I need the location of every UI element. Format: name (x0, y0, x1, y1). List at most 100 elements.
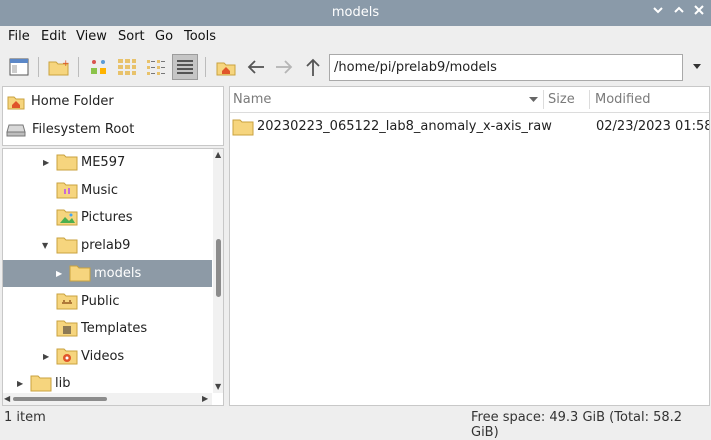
scrollbar-thumb[interactable] (13, 397, 107, 401)
music-folder-icon (56, 182, 78, 199)
tree-item-label: Public (81, 294, 120, 309)
menu-file[interactable]: File (8, 29, 30, 44)
forward-button[interactable] (271, 54, 297, 80)
tree-item-pictures[interactable]: Pictures (3, 204, 212, 231)
menu-go[interactable]: Go (155, 29, 173, 44)
sort-descending-icon (529, 97, 538, 102)
templates-folder-icon (56, 320, 78, 337)
tree-item-label: models (94, 266, 142, 281)
home-button[interactable] (213, 54, 239, 80)
expand-arrow-icon[interactable]: ▶ (43, 158, 51, 167)
column-modified[interactable]: Modified (595, 92, 650, 107)
column-header: Name Size Modified (230, 87, 709, 113)
tree-item-me597[interactable]: ▶ ME597 (3, 149, 212, 176)
location-bar[interactable] (329, 54, 683, 81)
menu-bar: File Edit View Sort Go Tools (0, 26, 711, 48)
place-filesystem-root[interactable]: Filesystem Root (3, 116, 223, 143)
column-divider[interactable] (543, 90, 544, 109)
tree-item-videos[interactable]: ▶ Videos (3, 343, 212, 370)
tree-item-templates[interactable]: Templates (3, 315, 212, 342)
drive-icon (6, 124, 26, 136)
tree-item-label: Videos (81, 349, 125, 364)
path-input[interactable] (334, 60, 674, 75)
place-label: Filesystem Root (32, 122, 135, 137)
pictures-folder-icon (56, 209, 78, 226)
free-space: Free space: 49.3 GiB (Total: 58.2 GiB) (471, 410, 683, 440)
directory-tree: ▶ ME597 Music Pictures ▼ prelab9 ▶ model… (2, 148, 224, 406)
tree-vertical-scrollbar[interactable]: ▲ ▼ (213, 149, 223, 393)
menu-edit[interactable]: Edit (41, 29, 66, 44)
expand-arrow-icon[interactable]: ▶ (43, 352, 51, 361)
toolbar-separator (38, 57, 39, 77)
tree-item-label: Music (81, 183, 118, 198)
compact-view-icon (147, 60, 165, 75)
arrow-right-icon (276, 60, 293, 74)
tree-item-label: Pictures (81, 210, 133, 225)
tree-item-label: prelab9 (81, 238, 131, 253)
column-size[interactable]: Size (548, 92, 575, 107)
folder-icon (56, 237, 78, 254)
menu-sort[interactable]: Sort (118, 29, 145, 44)
view-compact-button[interactable] (143, 54, 169, 80)
up-button[interactable] (300, 54, 326, 80)
videos-folder-icon (56, 348, 78, 365)
arrow-left-icon (247, 60, 264, 74)
expand-arrow-icon[interactable]: ▶ (56, 269, 64, 278)
tree-item-models[interactable]: ▶ models (3, 260, 212, 287)
new-folder-icon: + (48, 59, 70, 76)
home-icon (7, 96, 25, 109)
maximize-icon[interactable] (669, 3, 689, 23)
file-row[interactable]: 20230223_065122_lab8_anomaly_x-axis_raw … (230, 115, 709, 141)
public-folder-icon (56, 293, 78, 310)
toolbar-separator (78, 57, 79, 77)
folder-icon (69, 265, 91, 282)
place-label: Home Folder (31, 94, 114, 109)
column-name[interactable]: Name (233, 92, 271, 107)
column-divider[interactable] (589, 90, 590, 109)
menu-view[interactable]: View (76, 29, 107, 44)
tree-item-label: Templates (81, 321, 148, 336)
scroll-right-icon[interactable]: ▶ (202, 394, 208, 403)
folder-icon (232, 119, 254, 136)
tree-item-music[interactable]: Music (3, 177, 212, 204)
svg-text:+: + (62, 59, 70, 69)
tree-item-prelab9[interactable]: ▼ prelab9 (3, 232, 212, 259)
tree-item-label: lib (55, 376, 71, 391)
places-panel: Home Folder Filesystem Root (2, 86, 224, 146)
minimize-icon[interactable] (648, 3, 668, 23)
window-title: models (331, 5, 380, 20)
home-icon (216, 62, 236, 76)
folder-icon (56, 154, 78, 171)
file-list: Name Size Modified 20230223_065122_lab8_… (229, 86, 710, 406)
tree-item-label: ME597 (81, 155, 126, 170)
view-icons-button[interactable] (86, 54, 112, 80)
title-bar: models (0, 0, 711, 26)
icon-view-icon (91, 60, 106, 74)
status-bar: 1 item Free space: 49.3 GiB (Total: 58.2… (0, 406, 711, 440)
scroll-down-icon[interactable]: ▼ (215, 382, 221, 391)
arrow-up-icon (306, 58, 320, 76)
new-folder-button[interactable]: + (46, 54, 72, 80)
list-view-icon (177, 60, 193, 74)
tree-item-public[interactable]: Public (3, 288, 212, 315)
view-list-button[interactable] (172, 54, 198, 80)
back-button[interactable] (243, 54, 269, 80)
collapse-arrow-icon[interactable]: ▼ (42, 241, 50, 250)
file-modified: 02/23/2023 01:58 (596, 119, 710, 134)
place-home-folder[interactable]: Home Folder (3, 88, 223, 115)
expand-arrow-icon[interactable]: ▶ (17, 379, 25, 388)
view-thumbnails-button[interactable] (114, 54, 140, 80)
path-history-dropdown[interactable] (684, 54, 710, 80)
thumbnail-view-icon (118, 59, 136, 75)
scroll-left-icon[interactable]: ◀ (4, 394, 10, 403)
menu-tools[interactable]: Tools (184, 29, 216, 44)
scroll-up-icon[interactable]: ▲ (215, 150, 221, 159)
tree-horizontal-scrollbar[interactable]: ◀ ▶ (3, 393, 212, 405)
new-window-button[interactable] (6, 54, 32, 80)
new-window-icon (9, 58, 29, 76)
close-icon[interactable] (689, 3, 709, 23)
item-count: 1 item (4, 410, 46, 425)
folder-icon (30, 375, 52, 392)
file-name: 20230223_065122_lab8_anomaly_x-axis_raw (257, 119, 552, 134)
scrollbar-thumb[interactable] (216, 239, 221, 297)
